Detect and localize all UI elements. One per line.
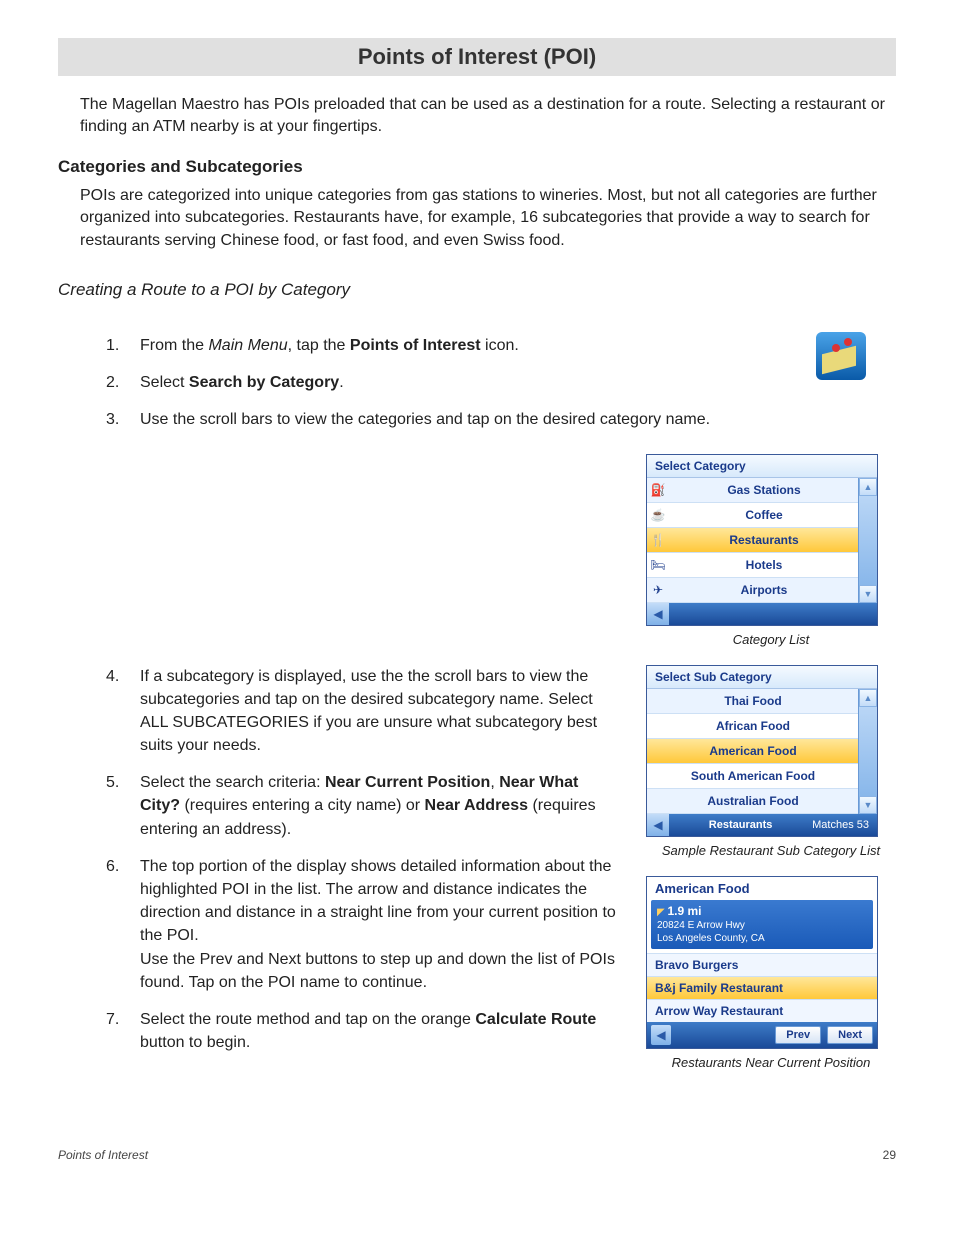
footer-category-label: Restaurants <box>669 819 812 831</box>
intro-text: The Magellan Maestro has POIs preloaded … <box>80 94 896 139</box>
result-addr1: 20824 E Arrow Hwy <box>657 920 745 931</box>
plane-icon: ✈ <box>647 583 669 597</box>
category-row-coffee[interactable]: ☕Coffee <box>647 503 859 528</box>
scroll-down-icon[interactable]: ▼ <box>859 796 877 814</box>
result-info-box: ◤ 1.9 mi 20824 E Arrow Hwy Los Angeles C… <box>651 900 873 950</box>
scroll-down-icon[interactable]: ▼ <box>859 585 877 603</box>
page-number: 29 <box>883 1148 896 1162</box>
subcat-row-australian[interactable]: Australian Food <box>647 789 859 814</box>
prev-button[interactable]: Prev <box>775 1026 821 1044</box>
bed-icon: 🛏 <box>647 558 669 572</box>
scroll-up-icon[interactable]: ▲ <box>859 689 877 707</box>
category-row-restaurants[interactable]: 🍴Restaurants <box>647 528 859 553</box>
step-7: 7. Select the route method and tap on th… <box>58 1008 630 1054</box>
subcat-row-african[interactable]: African Food <box>647 714 859 739</box>
category-row-airports[interactable]: ✈Airports <box>647 578 859 603</box>
back-button[interactable]: ◀ <box>647 814 669 836</box>
subheading-create-route: Creating a Route to a POI by Category <box>58 280 896 300</box>
scroll-up-icon[interactable]: ▲ <box>859 478 877 496</box>
result-row-1[interactable]: Bravo Burgers <box>647 953 877 976</box>
poi-map-icon <box>816 332 866 380</box>
page-footer: Points of Interest 29 <box>58 1148 896 1162</box>
caption-subcategory-list: Sample Restaurant Sub Category List <box>646 843 896 858</box>
caption-category-list: Category List <box>646 632 896 647</box>
subcat-row-south-american[interactable]: South American Food <box>647 764 859 789</box>
direction-arrow-icon: ◤ <box>657 907 665 918</box>
device-header-sub: Select Sub Category <box>647 666 877 689</box>
gas-pump-icon: ⛽ <box>647 483 669 497</box>
step-6: 6. The top portion of the display shows … <box>58 855 630 994</box>
scroll-bar[interactable]: ▲ ▼ <box>858 689 877 814</box>
section-heading-categories: Categories and Subcategories <box>58 157 896 177</box>
result-title: American Food <box>647 877 877 900</box>
screenshot-subcategory-list: Select Sub Category Thai Food African Fo… <box>646 665 878 837</box>
subcat-row-american[interactable]: American Food <box>647 739 859 764</box>
subcat-row-thai[interactable]: Thai Food <box>647 689 859 714</box>
result-row-2[interactable]: B&j Family Restaurant <box>647 976 877 999</box>
page-title-bar: Points of Interest (POI) <box>58 38 896 76</box>
result-distance: 1.9 mi <box>667 904 701 918</box>
category-row-gas[interactable]: ⛽Gas Stations <box>647 478 859 503</box>
fork-knife-icon: 🍴 <box>647 533 669 547</box>
coffee-icon: ☕ <box>647 508 669 522</box>
caption-results: Restaurants Near Current Position <box>646 1055 896 1070</box>
scroll-bar[interactable]: ▲ ▼ <box>858 478 877 603</box>
result-addr2: Los Angeles County, CA <box>657 933 765 944</box>
result-row-3[interactable]: Arrow Way Restaurant <box>647 999 877 1022</box>
step-3: 3. Use the scroll bars to view the categ… <box>58 408 790 431</box>
step-1: 1. From the Main Menu, tap the Points of… <box>58 334 790 357</box>
footer-matches: Matches 53 <box>812 819 877 831</box>
section-body-categories: POIs are categorized into unique categor… <box>80 185 896 252</box>
back-button[interactable]: ◀ <box>647 603 669 625</box>
page-title: Points of Interest (POI) <box>58 44 896 70</box>
screenshot-results: American Food ◤ 1.9 mi 20824 E Arrow Hwy… <box>646 876 878 1050</box>
back-button[interactable]: ◀ <box>651 1025 671 1045</box>
step-5: 5. Select the search criteria: Near Curr… <box>58 771 630 841</box>
step-4: 4. If a subcategory is displayed, use th… <box>58 665 630 758</box>
device-header: Select Category <box>647 455 877 478</box>
next-button[interactable]: Next <box>827 1026 873 1044</box>
category-row-hotels[interactable]: 🛏Hotels <box>647 553 859 578</box>
screenshot-category-list: Select Category ⛽Gas Stations ☕Coffee 🍴R… <box>646 454 878 626</box>
step-2: 2. Select Search by Category. <box>58 371 790 394</box>
footer-section-name: Points of Interest <box>58 1148 148 1162</box>
